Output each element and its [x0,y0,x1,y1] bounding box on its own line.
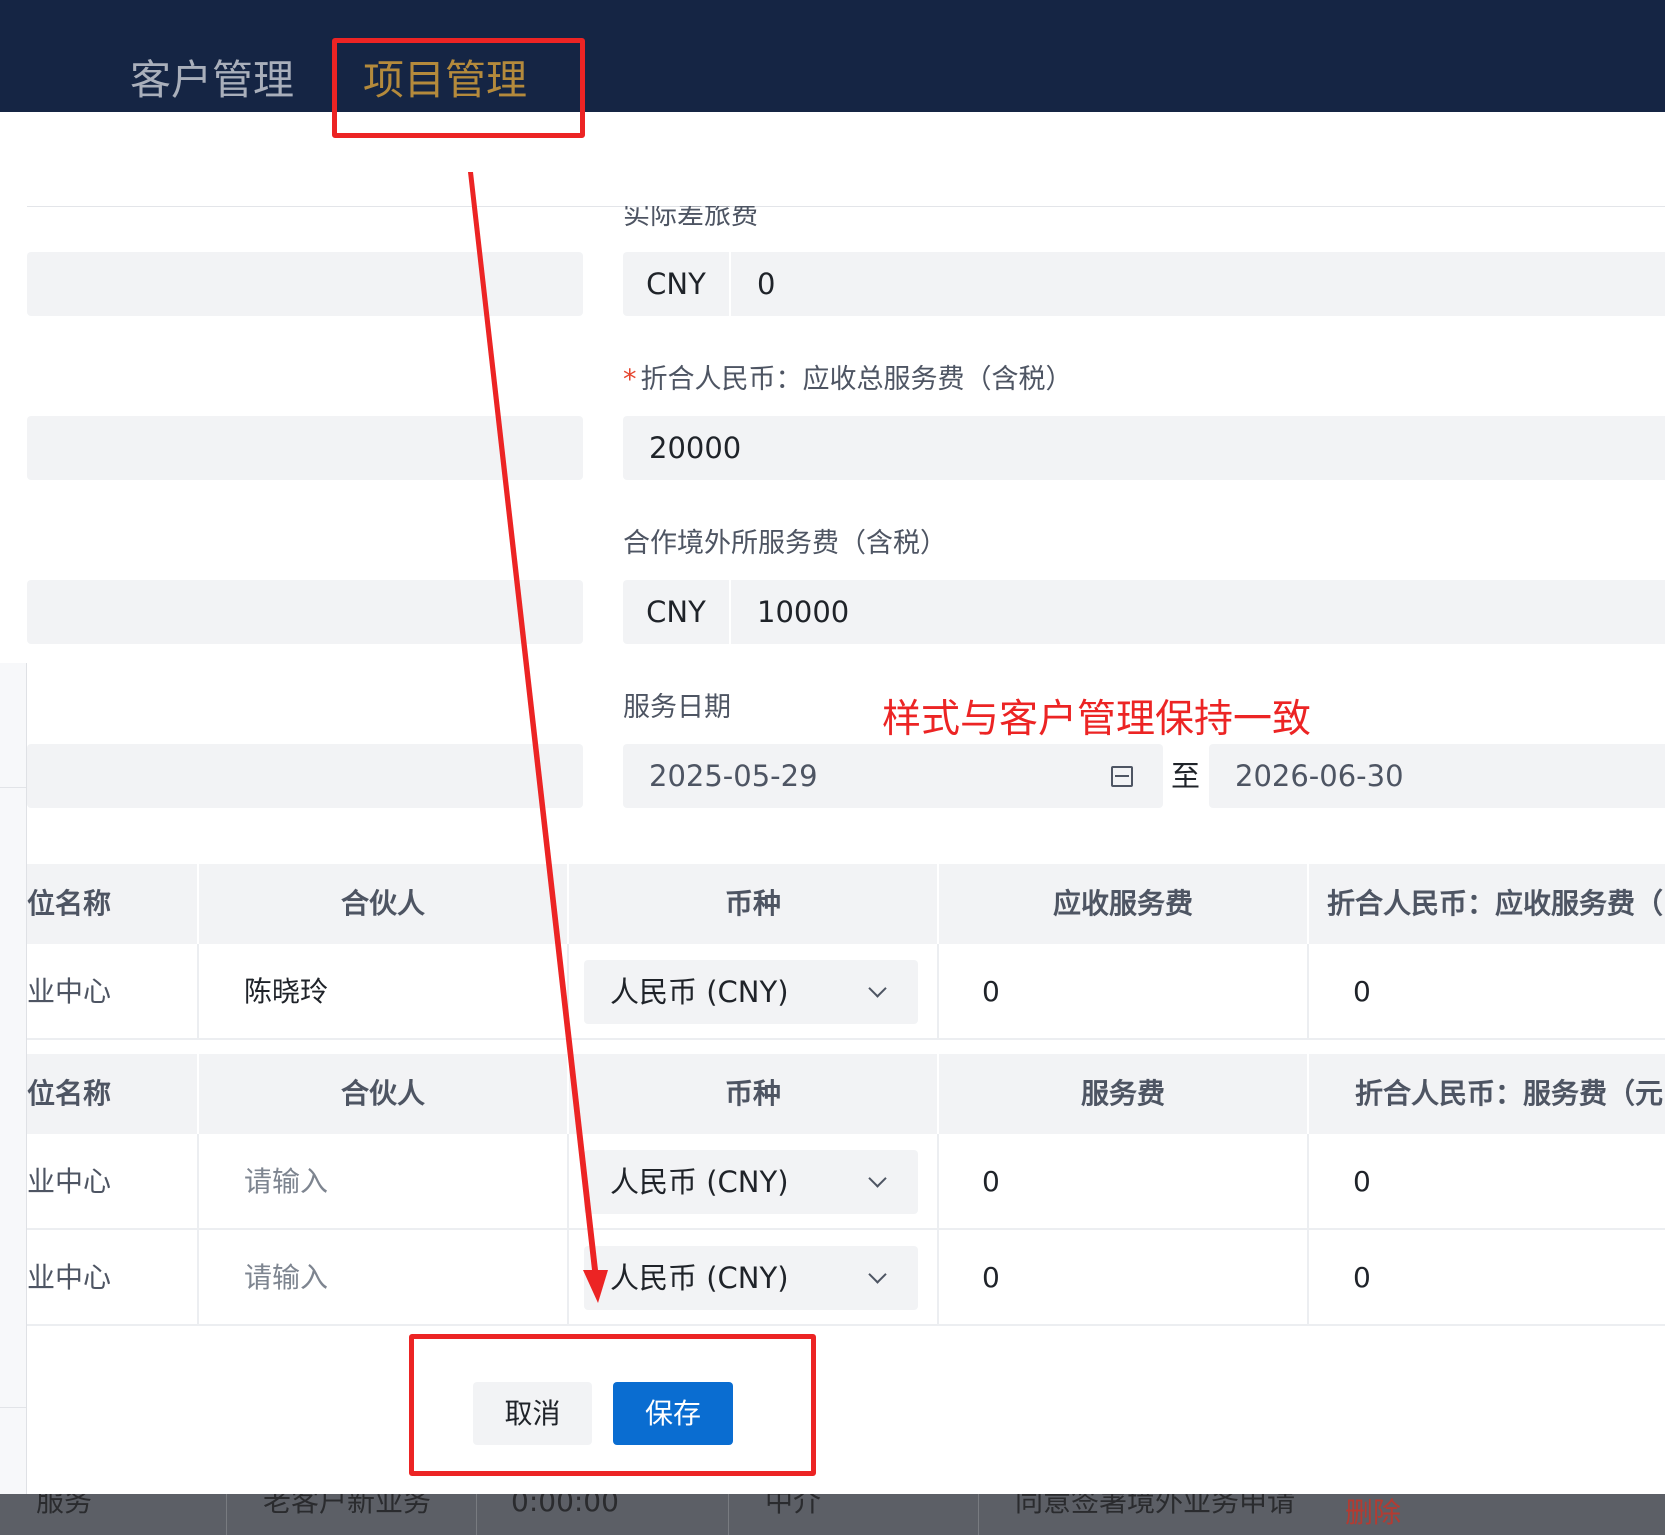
arrow-head [583,1270,608,1303]
annotation-arrow [468,172,608,1303]
arrow-shaft [468,172,598,1270]
